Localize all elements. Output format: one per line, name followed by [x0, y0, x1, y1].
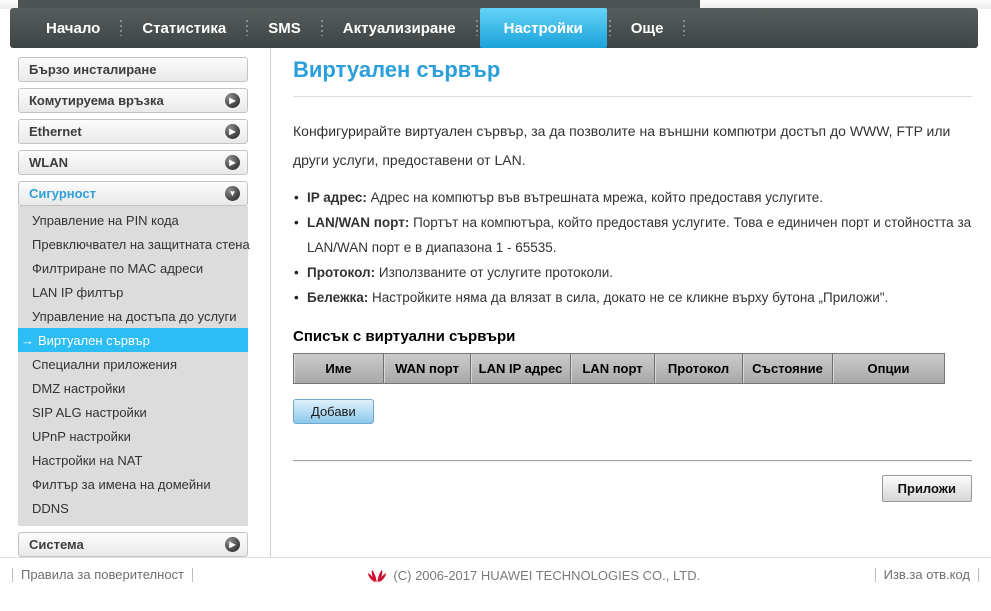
- nav-separator: [683, 20, 686, 36]
- chevron-right-circle-icon: ▶: [225, 124, 240, 139]
- submenu-item-firewall-switch[interactable]: Превключвател на защитната стена: [18, 232, 250, 256]
- bullet-ip-address: IP адрес: Адрес на компютър във вътрешна…: [293, 185, 972, 210]
- main-content: Виртуален сървър Конфигурирайте виртуале…: [293, 57, 972, 502]
- bullet-lead: Протокол:: [307, 265, 376, 280]
- privacy-policy-link[interactable]: Правила за поверителност: [21, 567, 184, 582]
- submenu-item-ddns[interactable]: DDNS: [18, 496, 248, 520]
- col-header-status: Състояние: [743, 354, 833, 383]
- col-header-lan-port: LAN порт: [571, 354, 655, 383]
- chevron-down-circle-icon: ▼: [225, 186, 240, 201]
- intro-text: Конфигурирайте виртуален сървър, за да п…: [293, 123, 951, 168]
- footer-center: (C) 2006-2017 HUAWEI TECHNOLOGIES CO., L…: [193, 567, 875, 584]
- nav-separator: [246, 20, 249, 36]
- submenu-item-label: Виртуален сървър: [38, 332, 150, 348]
- footer-separator: [12, 567, 13, 582]
- footer-left: Правила за поверителност: [12, 567, 194, 582]
- nav-separator: [608, 20, 611, 36]
- content-divider: [293, 460, 972, 462]
- submenu-item-lan-ip-filter[interactable]: LAN IP филтър: [18, 280, 248, 304]
- chevron-right-circle-icon: ▶: [225, 537, 240, 552]
- nav-item-statistics[interactable]: Статистика: [124, 8, 244, 48]
- submenu-item-pin-management[interactable]: Управление на PIN кода: [18, 208, 248, 232]
- virtual-server-table: Име WAN порт LAN IP адрес LAN порт Прото…: [293, 353, 945, 384]
- help-bullet-list: IP адрес: Адрес на компютър във вътрешна…: [293, 185, 972, 310]
- submenu-item-virtual-server-selected[interactable]: → Виртуален сървър: [18, 328, 248, 352]
- footer-separator: [874, 567, 876, 582]
- submenu-item-mac-filtering[interactable]: Филтриране по MAC адреси: [18, 256, 248, 280]
- bullet-lan-wan-port: LAN/WAN порт: Портът на компютъра, който…: [293, 210, 972, 260]
- apply-row: Приложи: [293, 475, 972, 502]
- nav-separator: [120, 20, 123, 36]
- footer: Правила за поверителност (C) 2006-2017 H…: [0, 557, 991, 611]
- col-header-protocol: Протокол: [655, 354, 743, 383]
- submenu-item-upnp[interactable]: UPnP настройки: [18, 424, 248, 448]
- sidebar-item-label: Система: [29, 537, 84, 552]
- top-navbar: Начало Статистика SMS Актуализиране Наст…: [10, 8, 978, 48]
- submenu-item-nat[interactable]: Настройки на NAT: [18, 448, 248, 472]
- sidebar-item-label: Бързо инсталиране: [29, 62, 157, 77]
- content-vertical-divider: [270, 48, 271, 557]
- col-header-options: Опции: [833, 354, 944, 383]
- sidebar-item-system[interactable]: Система ▶: [18, 532, 248, 557]
- sidebar-item-quick-setup[interactable]: Бързо инсталиране: [18, 57, 248, 82]
- bullet-lead: LAN/WAN порт:: [307, 215, 410, 230]
- nav-item-update[interactable]: Актуализиране: [325, 8, 474, 48]
- copyright-text: (C) 2006-2017 HUAWEI TECHNOLOGIES CO., L…: [393, 568, 701, 583]
- submenu-item-dmz[interactable]: DMZ настройки: [18, 376, 248, 400]
- bullet-lead: Бележка:: [307, 290, 369, 305]
- submenu-item-domain-name-filter[interactable]: Филтър за имена на домейни: [18, 472, 248, 496]
- col-header-lan-ip: LAN IP адрес: [471, 354, 571, 383]
- sidebar-item-label: Комутируема връзка: [29, 93, 164, 108]
- footer-separator: [978, 567, 979, 582]
- open-source-notice-link[interactable]: Изв.за отв.код: [884, 567, 970, 582]
- nav-item-more[interactable]: Още: [613, 8, 682, 48]
- nav-item-home[interactable]: Начало: [28, 8, 118, 48]
- chevron-right-circle-icon: ▶: [225, 155, 240, 170]
- sidebar-item-label: Сигурност: [29, 186, 97, 201]
- sidebar-item-label: WLAN: [29, 155, 68, 170]
- bullet-text: Използваните от услугите протоколи.: [375, 265, 614, 280]
- bullet-lead: IP адрес:: [307, 190, 367, 205]
- nav-separator: [320, 20, 323, 36]
- sidebar-item-label: Ethernet: [29, 124, 82, 139]
- page-title: Виртуален сървър: [293, 57, 972, 97]
- apply-button[interactable]: Приложи: [881, 475, 972, 502]
- sidebar-item-ethernet[interactable]: Ethernet ▶: [18, 119, 248, 144]
- col-header-wan-port: WAN порт: [384, 354, 471, 383]
- bullet-text: Адрес на компютър във вътрешната мрежа, …: [366, 190, 823, 205]
- nav-separator: [475, 20, 478, 36]
- submenu-item-sip-alg[interactable]: SIP ALG настройки: [18, 400, 248, 424]
- col-header-name: Име: [294, 354, 384, 383]
- table-header-row: Име WAN порт LAN IP адрес LAN порт Прото…: [294, 354, 944, 383]
- huawei-logo-icon: [368, 569, 387, 583]
- sidebar-item-dialup[interactable]: Комутируема връзка ▶: [18, 88, 248, 113]
- bullet-note: Бележка: Настройките няма да влязат в си…: [293, 285, 972, 310]
- security-submenu: Управление на PIN кода Превключвател на …: [18, 206, 250, 526]
- submenu-item-special-applications[interactable]: Специални приложения: [18, 352, 248, 376]
- add-button[interactable]: Добави: [293, 399, 374, 424]
- selected-arrow-icon: →: [21, 332, 34, 348]
- submenu-item-access-management[interactable]: Управление на достъпа до услуги: [18, 304, 248, 328]
- sidebar: Бързо инсталиране Комутируема връзка ▶ E…: [18, 57, 250, 563]
- nav-item-sms[interactable]: SMS: [250, 8, 319, 48]
- sidebar-item-security[interactable]: Сигурност ▼: [18, 181, 248, 206]
- virtual-server-list-heading: Списък с виртуални сървъри: [293, 328, 516, 345]
- bullet-protocol: Протокол: Използваните от услугите прото…: [293, 260, 972, 285]
- bullet-text: Настройките няма да влязат в сила, докат…: [368, 290, 889, 305]
- footer-right: Изв.за отв.код: [874, 567, 979, 582]
- chevron-right-circle-icon: ▶: [225, 93, 240, 108]
- sidebar-item-wlan[interactable]: WLAN ▶: [18, 150, 248, 175]
- nav-item-settings-active[interactable]: Настройки: [479, 8, 607, 48]
